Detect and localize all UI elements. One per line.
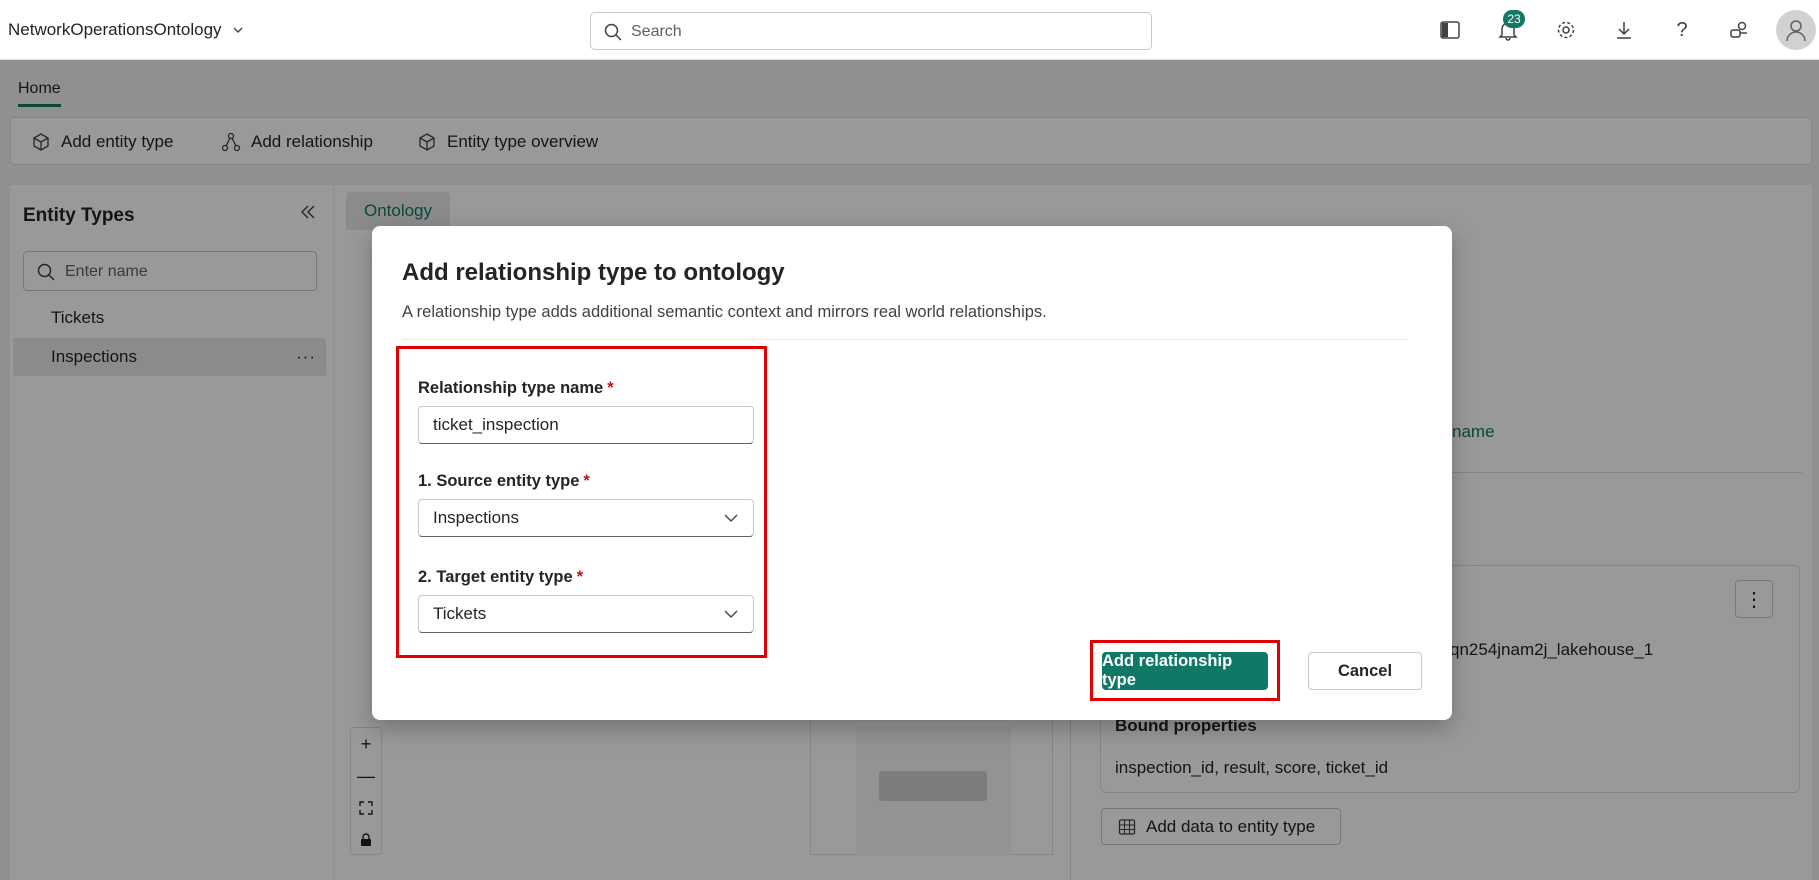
relationship-name-value: ticket_inspection [433, 415, 559, 434]
source-entity-value: Inspections [433, 508, 519, 527]
chevron-down-icon [724, 514, 738, 522]
required-marker: * [583, 472, 590, 490]
target-entity-dropdown[interactable]: Tickets [418, 595, 754, 633]
relationship-name-label: Relationship type name * [418, 379, 614, 398]
target-entity-label-text: 2. Target entity type [418, 568, 573, 586]
source-entity-label: 1. Source entity type * [418, 472, 590, 491]
chevron-down-icon [724, 610, 738, 618]
source-entity-dropdown[interactable]: Inspections [418, 499, 754, 537]
add-relationship-dialog: Add relationship type to ontology A rela… [372, 226, 1452, 720]
dialog-title: Add relationship type to ontology [402, 259, 785, 286]
dialog-description: A relationship type adds additional sema… [402, 303, 1047, 321]
required-marker: * [607, 379, 614, 397]
relationship-name-input[interactable]: ticket_inspection [418, 406, 754, 444]
target-entity-label: 2. Target entity type * [418, 568, 583, 587]
overlay-top-clear [0, 0, 1819, 60]
cancel-button[interactable]: Cancel [1308, 652, 1422, 690]
source-entity-label-text: 1. Source entity type [418, 472, 580, 490]
relationship-name-label-text: Relationship type name [418, 379, 604, 397]
required-marker: * [576, 568, 584, 586]
divider [402, 339, 1408, 340]
add-relationship-type-button[interactable]: Add relationship type [1102, 652, 1268, 690]
target-entity-value: Tickets [433, 604, 487, 623]
